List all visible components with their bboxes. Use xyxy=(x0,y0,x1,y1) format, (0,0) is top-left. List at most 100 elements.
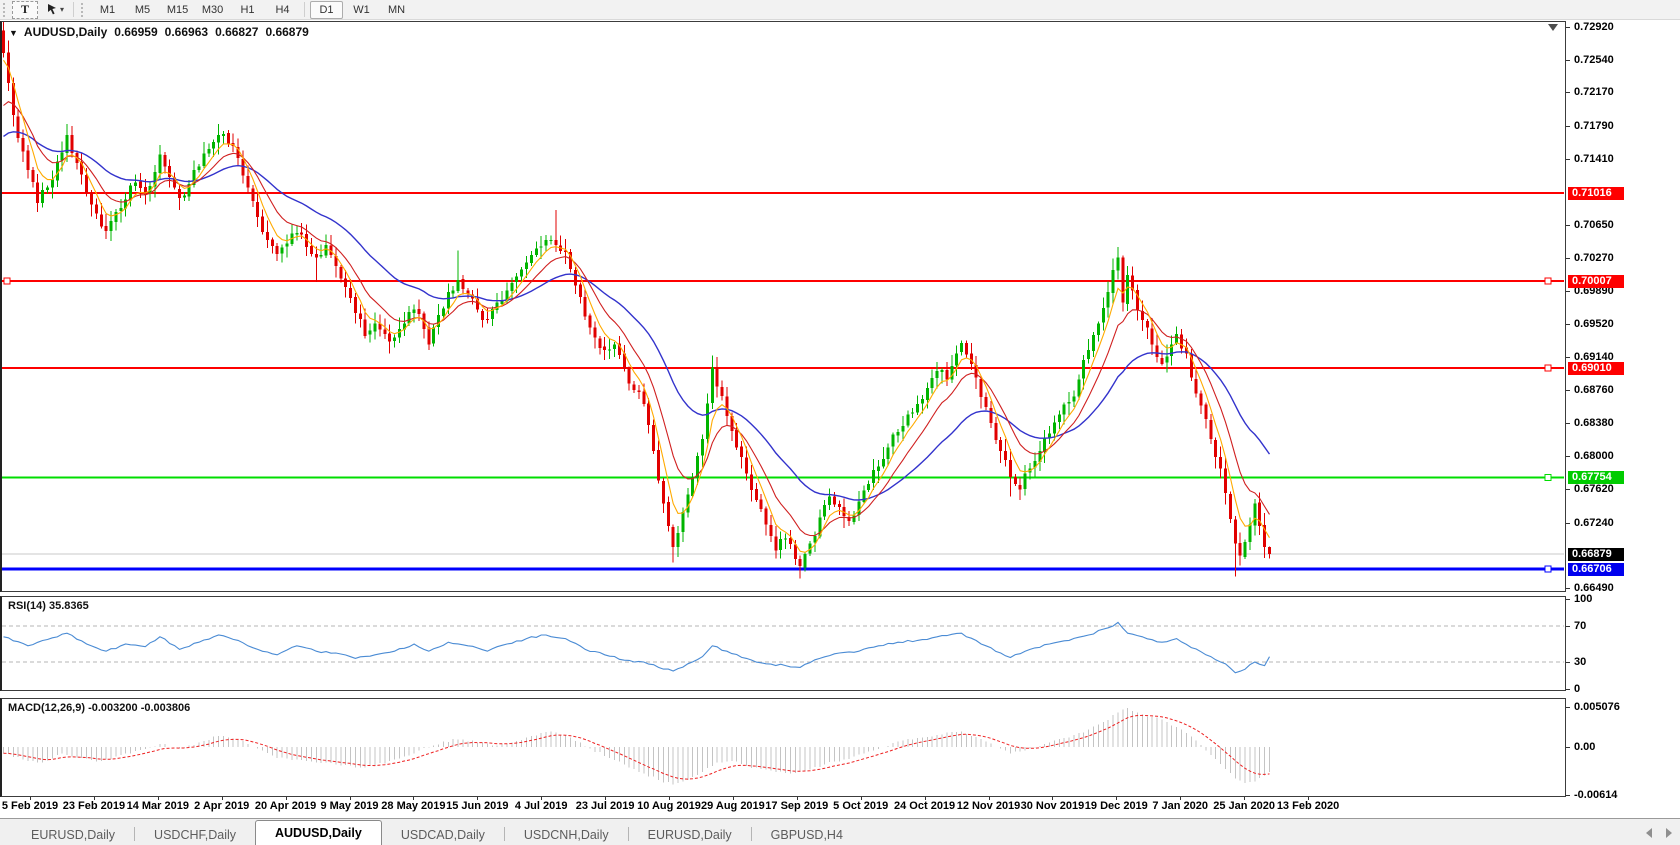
rsi-value: 35.8365 xyxy=(49,600,89,612)
chart-tab-eurusd-daily[interactable]: EURUSD,Daily xyxy=(629,824,751,845)
axis-tick-mark xyxy=(1566,523,1570,524)
text-tool-button[interactable]: T xyxy=(12,1,38,19)
macd-panel[interactable] xyxy=(0,698,1566,797)
axis-tick-mark xyxy=(1566,126,1570,127)
hline-price-badge: 0.70007 xyxy=(1568,275,1624,288)
macd-signal-line xyxy=(4,715,1270,779)
main-chart-panel[interactable] xyxy=(0,21,1566,592)
chart-tab-usdcnh-daily[interactable]: USDCNH,Daily xyxy=(505,824,628,845)
rsi-panel[interactable] xyxy=(0,596,1566,691)
price-tick-label: 0.69520 xyxy=(1574,318,1614,330)
hline-handle xyxy=(1545,566,1551,572)
axis-tick-mark xyxy=(1566,456,1570,457)
price-axis[interactable]: 0.729200.725400.721700.717900.714100.706… xyxy=(1566,21,1680,817)
symbol-name: AUDUSD,Daily xyxy=(24,25,107,39)
pointer-tool-button[interactable]: ▾ xyxy=(44,2,67,18)
quote-high: 0.66963 xyxy=(165,25,208,39)
timeframe-button-m30[interactable]: M30 xyxy=(196,1,229,19)
candles-layer xyxy=(2,22,1271,578)
date-label: 23 Feb 2019 xyxy=(63,800,125,812)
chart-shift-marker[interactable] xyxy=(1548,24,1558,31)
tab-scroll-left-button[interactable] xyxy=(1646,828,1652,838)
price-tick-label: 0.68760 xyxy=(1574,384,1614,396)
hline-price-badge: 0.67754 xyxy=(1568,471,1624,484)
date-label: 5 Feb 2019 xyxy=(2,800,58,812)
rsi-canvas[interactable] xyxy=(2,597,1564,690)
axis-tick-mark xyxy=(1566,27,1570,28)
toolbar-separator xyxy=(304,2,305,17)
axis-tick-mark xyxy=(1566,423,1570,424)
timeframe-button-m15[interactable]: M15 xyxy=(161,1,194,19)
quote-close: 0.66879 xyxy=(265,25,308,39)
rsi-tick-label: 30 xyxy=(1574,656,1586,668)
date-label: 30 Nov 2019 xyxy=(1021,800,1085,812)
date-label: 23 Jul 2019 xyxy=(576,800,635,812)
date-label: 15 Jun 2019 xyxy=(446,800,508,812)
date-label: 25 Jan 2020 xyxy=(1213,800,1275,812)
price-tick-label: 0.67620 xyxy=(1574,483,1614,495)
date-label: 20 Apr 2019 xyxy=(255,800,316,812)
hline-price-badge: 0.71016 xyxy=(1568,187,1624,200)
hline-price-badge: 0.66706 xyxy=(1568,563,1624,576)
date-axis[interactable]: 5 Feb 201923 Feb 201914 Mar 20192 Apr 20… xyxy=(0,797,1566,817)
macd-tick-label: 0.00 xyxy=(1574,741,1595,753)
chart-tab-audusd-daily[interactable]: AUDUSD,Daily xyxy=(255,820,382,845)
hline-handle xyxy=(1545,278,1551,284)
timeframe-button-m1[interactable]: M1 xyxy=(91,1,124,19)
date-label: 19 Dec 2019 xyxy=(1085,800,1148,812)
chart-title: ▼AUDUSD,Daily0.669590.669630.668270.6687… xyxy=(9,25,309,39)
rsi-tick-label: 70 xyxy=(1574,620,1586,632)
dropdown-caret-icon[interactable]: ▾ xyxy=(60,5,64,14)
main-chart-canvas[interactable] xyxy=(2,22,1564,591)
price-tick-label: 0.70650 xyxy=(1574,219,1614,231)
price-tick-label: 0.72170 xyxy=(1574,86,1614,98)
price-tick-label: 0.72920 xyxy=(1574,21,1614,33)
ma-slow-line xyxy=(4,132,1270,500)
toolbar-grip[interactable] xyxy=(81,3,87,17)
hlines-layer xyxy=(2,193,1564,572)
rsi-tick-label: 100 xyxy=(1574,593,1592,605)
timeframe-button-d1[interactable]: D1 xyxy=(310,1,343,19)
macd-value: -0.003200 xyxy=(88,702,138,714)
chart-tab-gbpusd-h4[interactable]: GBPUSD,H4 xyxy=(752,824,862,845)
macd-signal-value: -0.003806 xyxy=(141,702,191,714)
timeframe-button-h4[interactable]: H4 xyxy=(266,1,299,19)
symbol-dropdown-icon[interactable]: ▼ xyxy=(9,28,18,38)
date-label: 24 Oct 2019 xyxy=(894,800,955,812)
macd-canvas[interactable] xyxy=(2,699,1564,796)
rsi-label: RSI(14) 35.8365 xyxy=(8,600,89,612)
chart-tab-usdchf-daily[interactable]: USDCHF,Daily xyxy=(135,824,255,845)
price-tick-label: 0.67240 xyxy=(1574,517,1614,529)
axis-tick-mark xyxy=(1566,588,1570,589)
timeframe-button-m5[interactable]: M5 xyxy=(126,1,159,19)
timeframe-button-w1[interactable]: W1 xyxy=(345,1,378,19)
current-price-badge: 0.66879 xyxy=(1568,548,1624,561)
axis-tick-mark xyxy=(1566,689,1570,690)
top-toolbar: T ▾ M1M5M15M30H1H4 D1W1MN xyxy=(0,0,1680,20)
price-tick-label: 0.72540 xyxy=(1574,54,1614,66)
axis-tick-mark xyxy=(1566,626,1570,627)
date-label: 29 Aug 2019 xyxy=(701,800,765,812)
hline-handle xyxy=(1545,475,1551,481)
axis-tick-mark xyxy=(1566,795,1570,796)
ma-mid-line xyxy=(4,102,1270,536)
axis-tick-mark xyxy=(1566,159,1570,160)
date-label: 13 Feb 2020 xyxy=(1277,800,1339,812)
date-label: 7 Jan 2020 xyxy=(1152,800,1208,812)
timeframe-button-h1[interactable]: H1 xyxy=(231,1,264,19)
quote-open: 0.66959 xyxy=(114,25,157,39)
macd-label: MACD(12,26,9) -0.003200 -0.003806 xyxy=(8,702,190,714)
axis-tick-mark xyxy=(1566,662,1570,663)
hline-handle xyxy=(1545,365,1551,371)
mt4-window: T ▾ M1M5M15M30H1H4 D1W1MN ▼ AUDUSD,Daily 0.… xyxy=(0,0,1680,845)
toolbar-grip[interactable] xyxy=(3,3,9,17)
macd-histogram xyxy=(4,708,1270,785)
rsi-tick-label: 0 xyxy=(1574,683,1580,695)
axis-tick-mark xyxy=(1566,747,1570,748)
chart-tab-usdcad-daily[interactable]: USDCAD,Daily xyxy=(382,824,504,845)
chart-tab-eurusd-daily[interactable]: EURUSD,Daily xyxy=(12,824,134,845)
axis-tick-mark xyxy=(1566,707,1570,708)
axis-tick-mark xyxy=(1566,489,1570,490)
tab-scroll-right-button[interactable] xyxy=(1666,828,1672,838)
timeframe-button-mn[interactable]: MN xyxy=(380,1,413,19)
